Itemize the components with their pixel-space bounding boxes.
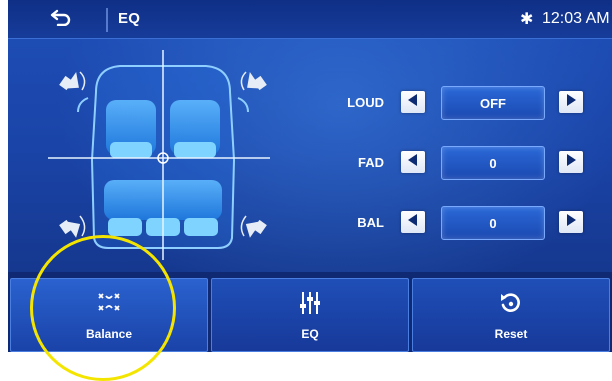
bal-increase-button[interactable] [559, 211, 583, 233]
tab-eq-label: EQ [301, 327, 319, 341]
speaker-icon [59, 215, 86, 238]
loud-value: OFF [441, 86, 545, 120]
bal-control: BAL 0 [328, 206, 598, 240]
back-button[interactable] [16, 5, 106, 33]
sound-field-diagram[interactable] [48, 50, 278, 260]
fad-value: 0 [441, 146, 545, 180]
speaker-icon [240, 71, 267, 91]
fad-decrease-button[interactable] [401, 151, 425, 173]
arrow-right-icon [566, 213, 576, 231]
speaker-icon [59, 71, 86, 91]
fad-control: FAD 0 [328, 146, 598, 180]
speaker-icon [240, 215, 267, 238]
tab-reset-label: Reset [494, 327, 528, 341]
head-unit-screen: EQ ✱ 12:03 AM LOUD OFF FAD 0 BAL 0 Balan… [8, 0, 612, 352]
arrow-left-icon [408, 153, 418, 171]
tab-balance-label: Balance [85, 327, 133, 341]
reset-icon [499, 291, 523, 320]
loud-decrease-button[interactable] [401, 91, 425, 113]
bal-decrease-button[interactable] [401, 211, 425, 233]
loud-increase-button[interactable] [559, 91, 583, 113]
header-divider [106, 8, 108, 32]
fad-label: FAD [358, 155, 384, 170]
bluetooth-icon: ✱ [520, 11, 534, 28]
arrow-right-icon [566, 153, 576, 171]
page-title: EQ [118, 10, 141, 27]
arrow-left-icon [408, 93, 418, 111]
balance-icon [97, 291, 121, 318]
tab-balance[interactable]: Balance [10, 278, 208, 352]
clock: 12:03 AM [542, 10, 610, 27]
loud-label: LOUD [347, 95, 384, 110]
back-arrow-icon [50, 8, 72, 31]
tab-reset[interactable]: Reset [412, 278, 610, 352]
arrow-left-icon [408, 213, 418, 231]
bottom-tab-bar: Balance EQ Reset [8, 272, 612, 352]
bal-label: BAL [357, 215, 384, 230]
tab-eq[interactable]: EQ [211, 278, 409, 352]
loud-control: LOUD OFF [328, 86, 598, 120]
arrow-right-icon [566, 93, 576, 111]
fad-increase-button[interactable] [559, 151, 583, 173]
eq-sliders-icon [299, 291, 321, 320]
top-bar: EQ ✱ 12:03 AM [8, 0, 612, 39]
bal-value: 0 [441, 206, 545, 240]
